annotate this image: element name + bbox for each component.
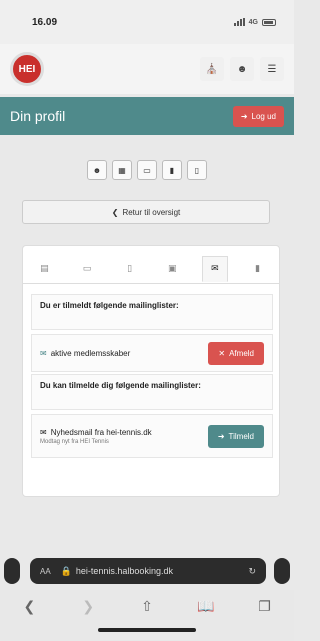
unsubscribe-button[interactable]: ✕ Afmeld <box>208 341 264 365</box>
page-title: Din profil <box>10 108 66 124</box>
nav-buttons: ⛪ ☻ ☰ <box>200 57 284 81</box>
home-icon: ⛪ <box>205 63 219 75</box>
subscribe-button[interactable]: ➜ Tilmeld <box>207 424 264 448</box>
bookmarks-icon[interactable]: 📖 <box>194 598 218 615</box>
id-card-icon: ▤ <box>40 263 49 273</box>
menu-icon: ☰ <box>267 63 277 75</box>
file-icon: ▮ <box>169 165 175 175</box>
status-bar: 16.09 4G <box>0 0 294 44</box>
tabs-icon[interactable]: ❐ <box>253 598 277 615</box>
reader-options-button[interactable]: AA <box>40 567 51 576</box>
mailing-list-name: Nyhedsmail fra hei-tennis.dk <box>50 427 152 437</box>
logout-label: Log ud <box>251 111 276 121</box>
table-button[interactable]: ▦ <box>112 160 132 180</box>
mailing-list-name: aktive medlemsskaber <box>50 348 131 358</box>
home-indicator <box>98 628 196 632</box>
browser-address-bar[interactable]: AA 🔒 hei-tennis.halbooking.dk ↻ <box>30 558 266 584</box>
battery-icon <box>262 18 276 26</box>
available-heading: Du kan tilmelde dig følgende mailinglist… <box>40 381 201 390</box>
user-button[interactable]: ☻ <box>230 57 254 81</box>
menu-button[interactable]: ☰ <box>260 57 284 81</box>
back-icon[interactable]: ❮ <box>17 598 41 615</box>
network-label: 4G <box>248 18 258 26</box>
arrow-left-circle-icon: ❮ <box>111 207 119 217</box>
card-button[interactable]: ▭ <box>137 160 157 180</box>
user-icon: ☻ <box>236 63 248 75</box>
document-button[interactable]: ▯ <box>187 160 207 180</box>
tab-mailing[interactable]: ✉ <box>201 255 228 282</box>
document-icon: ▯ <box>127 263 133 273</box>
home-button[interactable]: ⛪ <box>200 57 224 81</box>
forward-icon[interactable]: ❯ <box>76 598 100 615</box>
lock-icon: 🔒 <box>60 565 72 576</box>
browser-toolbar: ❮ ❯ ⇧ 📖 ❐ <box>0 590 294 641</box>
page-header: Din profil ➜ Log ud <box>0 97 294 135</box>
close-icon: ✕ <box>218 348 226 358</box>
available-heading-box: Du kan tilmelde dig følgende mailinglist… <box>31 374 273 410</box>
envelope-outline-icon: ✉ <box>40 427 47 437</box>
mailing-list-description: Modtag nyt fra HEI Tennis <box>40 438 109 445</box>
top-navbar: HEI ⛪ ☻ ☰ <box>0 44 294 94</box>
mailing-list-panel: ▤ ▭ ▯ ▣ ✉ ▮ Du er tilmeldt følgende mail… <box>22 245 280 497</box>
club-logo[interactable]: HEI <box>10 52 44 86</box>
prev-tab-peek[interactable] <box>4 558 20 584</box>
sign-in-icon: ➜ <box>217 431 225 441</box>
card-icon: ▭ <box>143 165 151 175</box>
tab-membership[interactable]: ▭ <box>74 256 100 282</box>
tab-security[interactable]: ▣ <box>159 256 185 282</box>
table-icon: ▦ <box>118 165 126 175</box>
document-icon: ▯ <box>194 165 200 175</box>
url-text: hei-tennis.halbooking.dk <box>75 566 173 576</box>
profile-tabs: ▤ ▭ ▯ ▣ ✉ ▮ <box>23 254 279 284</box>
profile-section-buttons: ☻ ▦ ▭ ▮ ▯ <box>0 160 294 180</box>
card-icon: ▭ <box>82 263 92 273</box>
logout-button[interactable]: ➜ Log ud <box>232 105 284 127</box>
reload-icon[interactable]: ↻ <box>248 566 256 577</box>
back-label: Retur til oversigt <box>122 207 181 217</box>
status-time: 16.09 <box>32 16 58 28</box>
user-icon: ☻ <box>92 165 102 175</box>
unsubscribe-label: Afmeld <box>229 348 254 358</box>
file-icon: ▮ <box>255 263 261 273</box>
envelope-icon: ✉ <box>40 348 47 358</box>
status-indicators: 4G <box>233 18 276 26</box>
tab-files[interactable]: ▮ <box>245 256 271 282</box>
back-to-overview-button[interactable]: ❮ Retur til oversigt <box>22 200 270 224</box>
lock-icon: ▣ <box>168 263 177 273</box>
file-button[interactable]: ▮ <box>162 160 182 180</box>
available-list-item: ✉ Nyhedsmail fra hei-tennis.dk Modtag ny… <box>31 414 273 458</box>
subscribe-label: Tilmeld <box>228 431 254 441</box>
signal-icon <box>233 18 245 26</box>
subscribed-heading: Du er tilmeldt følgende mailinglister: <box>40 301 179 310</box>
envelope-icon: ✉ <box>211 263 219 273</box>
sign-out-icon: ➜ <box>240 111 248 121</box>
subscribed-heading-box: Du er tilmeldt følgende mailinglister: <box>31 294 273 330</box>
share-icon[interactable]: ⇧ <box>135 598 159 615</box>
profile-button[interactable]: ☻ <box>87 160 107 180</box>
tab-contact[interactable]: ▤ <box>31 256 57 282</box>
tab-documents[interactable]: ▯ <box>117 256 143 282</box>
subscribed-list-item: ✉ aktive medlemsskaber ✕ Afmeld <box>31 334 273 372</box>
next-tab-peek[interactable] <box>274 558 290 584</box>
